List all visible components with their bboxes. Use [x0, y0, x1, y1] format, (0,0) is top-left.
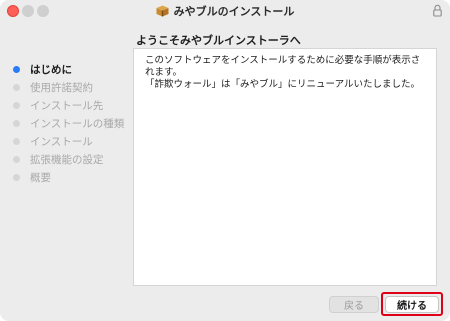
step-label: 概要 [30, 171, 51, 184]
page-heading: ようこそみやブルインストーラへ [136, 34, 301, 47]
step-indicator [13, 65, 20, 73]
step-summary: 概要 [13, 168, 133, 186]
step-indicator [13, 155, 20, 163]
step-indicator [13, 101, 20, 109]
step-indicator [13, 137, 20, 145]
lock-icon[interactable] [433, 4, 442, 17]
window-title-group: みやブルのインストール [0, 0, 450, 22]
intro-text: このソフトウェアをインストールするために必要な手順が表示されます。 [145, 55, 421, 78]
step-label: インストールの種類 [30, 117, 125, 130]
step-installation: インストール [13, 132, 133, 150]
step-label: 使用許諾契約 [30, 81, 93, 94]
window-title: みやブルのインストール [173, 5, 295, 18]
renewal-notice-text: 「詐欺ウォール」は「みやブル」にリニューアルいたしました。 [145, 79, 421, 90]
step-license: 使用許諾契約 [13, 78, 133, 96]
step-label: 拡張機能の設定 [30, 153, 104, 166]
step-indicator [13, 173, 20, 181]
step-label: インストール先 [30, 99, 104, 112]
step-install-type: インストールの種類 [13, 114, 133, 132]
step-indicator [13, 119, 20, 127]
step-introduction: はじめに [13, 60, 133, 78]
step-label: はじめに [30, 63, 72, 76]
back-button[interactable]: 戻る [329, 296, 379, 313]
installer-steps: はじめに 使用許諾契約 インストール先 インストールの種類 インストール 拡張機… [13, 60, 133, 186]
installer-window: みやブルのインストール ようこそみやブルインストーラへ はじめに 使用許諾契約 … [0, 0, 450, 321]
content-panel: このソフトウェアをインストールするために必要な手順が表示されます。 「詐欺ウォー… [133, 48, 437, 286]
step-label: インストール [30, 135, 93, 148]
step-indicator [13, 83, 20, 91]
step-extension-settings: 拡張機能の設定 [13, 150, 133, 168]
package-icon [156, 5, 169, 17]
step-destination: インストール先 [13, 96, 133, 114]
continue-button[interactable]: 続ける [385, 296, 439, 313]
title-bar: みやブルのインストール [0, 0, 450, 22]
